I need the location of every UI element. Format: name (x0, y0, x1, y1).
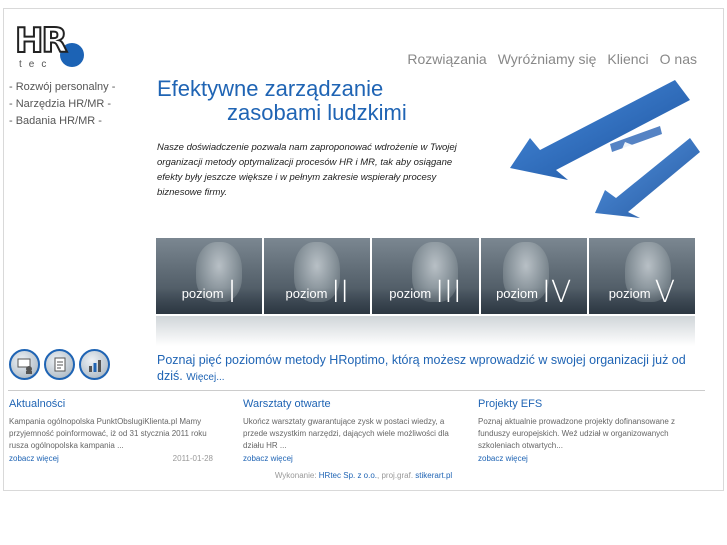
column-title[interactable]: Aktualności (9, 397, 213, 411)
footer-prefix: Wykonanie: (274, 471, 317, 480)
news-date: 2011-01-28 (172, 454, 213, 463)
levels-reflection (156, 316, 695, 346)
leftmenu-rozwoj-personalny[interactable]: - Rozwój personalny - (9, 79, 115, 96)
level-4[interactable]: poziom IV (480, 238, 587, 314)
nav-klienci[interactable]: Klienci (607, 51, 648, 67)
column-text: Kampania ogólnopolska PunktObslugiKlient… (9, 417, 207, 450)
more-link[interactable]: Więcej... (186, 372, 224, 383)
level-number: I (227, 275, 237, 310)
column-title[interactable]: Projekty EFS (478, 397, 698, 411)
column-text: Ukończ warsztaty gwarantujące zysk w pos… (243, 417, 449, 450)
leftmenu-badania[interactable]: - Badania HR/MR - (9, 113, 115, 130)
level-word: poziom (181, 286, 224, 301)
workshops-column: Warsztaty otwarte Ukończ warsztaty gwara… (243, 397, 463, 463)
level-5[interactable]: poziom V (588, 238, 696, 314)
logo[interactable]: HR tec (14, 21, 85, 70)
footer-designer-link[interactable]: stikerart.pl (415, 471, 452, 480)
logo-mark: HR (14, 21, 69, 61)
footer-sep: , proj.graf. (377, 471, 414, 480)
chart-icon[interactable] (79, 349, 110, 380)
arrows-graphic (510, 80, 700, 218)
lead-paragraph: Poznaj pięć poziomów metody HRoptimo, kt… (157, 352, 697, 386)
level-number: III (435, 275, 462, 310)
headline-line2: zasobami ludzkimi (227, 100, 407, 125)
document-icon[interactable] (44, 349, 75, 380)
circle-icons (9, 349, 110, 380)
left-menu: - Rozwój personalny - - Narzędzia HR/MR … (9, 79, 115, 130)
presentation-icon[interactable] (9, 349, 40, 380)
nav-rozwiazania[interactable]: Rozwiązania (407, 51, 486, 67)
footer-company-link[interactable]: HRtec Sp. z o.o. (319, 471, 377, 480)
news-column: Aktualności Kampania ogólnopolska PunktO… (9, 397, 213, 463)
level-3[interactable]: poziom III (372, 238, 479, 314)
nav-o-nas[interactable]: O nas (660, 51, 697, 67)
see-more-link[interactable]: zobacz więcej (478, 454, 528, 463)
efs-projects-column: Projekty EFS Poznaj aktualnie prowadzone… (478, 397, 698, 463)
nav-wyrozniamy-sie[interactable]: Wyróżniamy się (498, 51, 597, 67)
headline-line1: Efektywne zarządzanie (157, 76, 384, 101)
top-nav: Rozwiązania Wyróżniamy się Klienci O nas (407, 51, 697, 67)
intro-text: Nasze doświadczenie pozwala nam zapropon… (157, 142, 457, 198)
level-number: V (654, 275, 676, 310)
level-2[interactable]: poziom II (264, 238, 371, 314)
level-word: poziom (608, 286, 651, 301)
see-more-link[interactable]: zobacz więcej (9, 454, 59, 463)
column-text: Poznaj aktualnie prowadzone projekty dof… (478, 417, 676, 450)
footer: Wykonanie: HRtec Sp. z o.o., proj.graf. … (0, 471, 727, 480)
see-more-link[interactable]: zobacz więcej (243, 454, 293, 463)
level-word: poziom (285, 286, 328, 301)
leftmenu-narzedzia[interactable]: - Narzędzia HR/MR - (9, 96, 115, 113)
level-1[interactable]: poziom I (156, 238, 263, 314)
lead-text: Poznaj pięć poziomów metody HRoptimo, kt… (157, 353, 686, 383)
divider (8, 390, 705, 391)
level-number: II (331, 275, 350, 310)
column-title[interactable]: Warsztaty otwarte (243, 397, 463, 411)
level-number: IV (541, 275, 572, 310)
level-word: poziom (496, 286, 538, 301)
headline: Efektywne zarządzanie zasobami ludzkimi (157, 77, 407, 125)
logo-sub: tec (19, 59, 54, 70)
level-word: poziom (389, 286, 432, 301)
